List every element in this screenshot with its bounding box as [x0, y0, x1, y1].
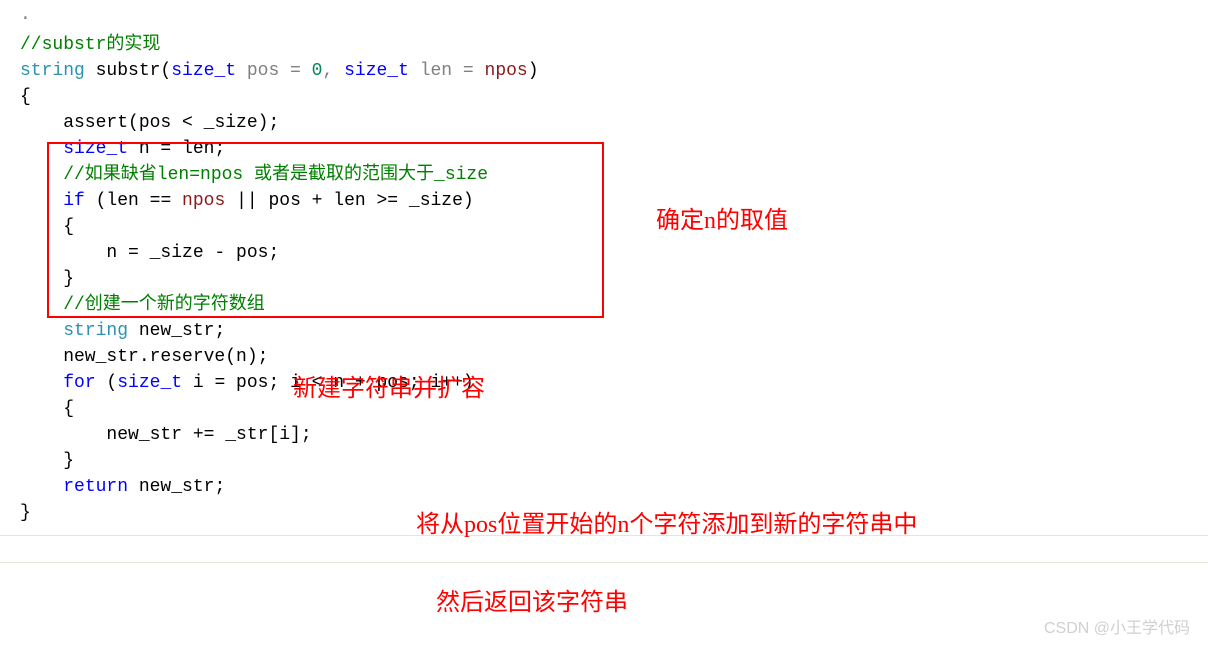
code-line-signature: string substr(size_t pos = 0, size_t len… [0, 58, 1208, 84]
code-line: · [0, 6, 1208, 32]
highlight-box [47, 142, 604, 318]
code-line: { [0, 84, 1208, 110]
annotation-new-string: 新建字符串并扩容 [293, 368, 485, 403]
editor-highlight-line [0, 535, 1208, 563]
code-line-comment: //substr的实现 [0, 32, 1208, 58]
annotation-n-value: 确定n的取值 [656, 200, 788, 235]
code-line: new_str += _str[i]; [0, 422, 1208, 448]
watermark: CSDN @小王学代码 [1044, 614, 1190, 638]
code-line: new_str.reserve(n); [0, 344, 1208, 370]
code-line: } [0, 448, 1208, 474]
code-line: { [0, 396, 1208, 422]
code-line: string new_str; [0, 318, 1208, 344]
code-line: assert(pos < _size); [0, 110, 1208, 136]
annotation-copy-chars: 将从pos位置开始的n个字符添加到新的字符串中 [416, 504, 917, 539]
annotation-return: 然后返回该字符串 [436, 582, 628, 617]
code-line: return new_str; [0, 474, 1208, 500]
code-line: for (size_t i = pos; i < n + pos; i++) [0, 370, 1208, 396]
